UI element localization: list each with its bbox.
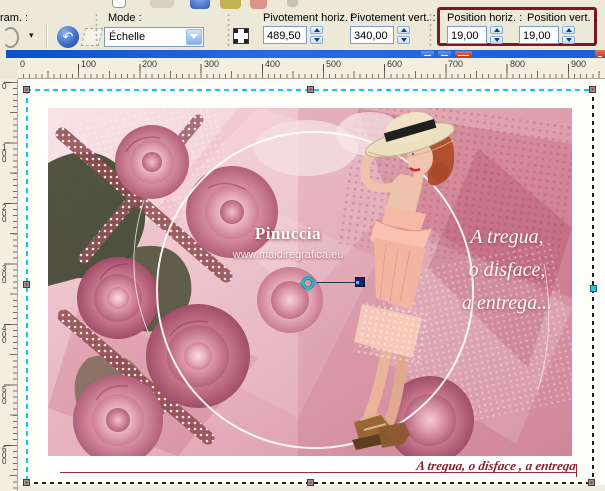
app-close-button[interactable] xyxy=(595,50,605,58)
clipped-toolbar-button-3[interactable] xyxy=(220,0,241,9)
pivot-center-icon[interactable] xyxy=(299,274,317,292)
undo-button[interactable]: ↶ xyxy=(57,26,79,48)
horizontal-ruler: 0 100 200 300 400 500 600 700 800 900 xyxy=(18,58,605,79)
stepper-up-icon[interactable] xyxy=(310,26,323,34)
combo-dropdown-button[interactable] xyxy=(186,29,202,45)
param-label: ram. : xyxy=(0,12,28,24)
pivot-horiz-stepper[interactable] xyxy=(310,26,323,44)
handle-bottom-left[interactable] xyxy=(23,479,30,486)
close-button[interactable] xyxy=(455,51,472,57)
position-horiz-input[interactable] xyxy=(447,26,487,44)
position-horiz-label: Position horiz. : xyxy=(447,12,522,24)
ruler-tick-label: 900 xyxy=(571,59,586,69)
vertical-ruler: 0 100 200 300 400 500 600 xyxy=(0,79,18,491)
clipped-toolbar-field[interactable] xyxy=(112,0,126,8)
rotation-handle[interactable] xyxy=(355,277,365,287)
tool-options-toolbar: ram. : ▾ ↶ Mode : Échelle Pivotement hor… xyxy=(0,0,605,50)
ruler-tick-label: 800 xyxy=(510,59,525,69)
maximize-button[interactable] xyxy=(438,51,451,57)
clipped-toolbar-button-4[interactable] xyxy=(250,0,267,9)
ruler-tick-label: 700 xyxy=(448,59,463,69)
stepper-up-icon[interactable] xyxy=(562,26,575,34)
ruler-tick-label: 400 xyxy=(2,326,10,344)
separator xyxy=(46,24,48,48)
position-vert-input[interactable] xyxy=(519,26,559,44)
ruler-tick-label: 100 xyxy=(81,59,96,69)
stepper-down-icon[interactable] xyxy=(397,36,410,44)
stepper-down-icon[interactable] xyxy=(562,36,575,44)
mode-selected-value: Échelle xyxy=(109,31,145,43)
minimize-button[interactable] xyxy=(421,51,434,57)
script-line: a entrega... xyxy=(436,292,572,325)
position-vert-label: Position vert. : xyxy=(527,12,597,24)
ruler-tick-label: 500 xyxy=(326,59,341,69)
mat-script-text: A tregua, o disface , a entrega xyxy=(99,458,577,474)
stepper-down-icon[interactable] xyxy=(310,36,323,44)
ruler-tick-label: 600 xyxy=(387,59,402,69)
pivot-vert-input[interactable] xyxy=(350,26,394,44)
ruler-tick-label: 200 xyxy=(2,205,10,223)
ruler-tick-label: 600 xyxy=(2,447,10,465)
pivot-horiz-label: Pivotement horiz. : xyxy=(263,12,354,24)
handle-top-right[interactable] xyxy=(589,86,596,93)
toolbar-grip xyxy=(429,13,432,47)
deform-icon[interactable] xyxy=(81,28,103,46)
ruler-tick-label: 100 xyxy=(2,145,10,163)
toolbar-grip xyxy=(227,13,230,47)
clipped-toolbar-button-1[interactable] xyxy=(150,0,174,8)
mode-select[interactable]: Échelle xyxy=(104,27,204,47)
ruler-tick-label: 0 xyxy=(2,84,10,90)
script-line: o disface, xyxy=(436,259,572,292)
ruler-tick-label: 500 xyxy=(2,387,10,405)
ruler-tick-label: 0 xyxy=(20,59,25,69)
handle-top-left[interactable] xyxy=(23,86,30,93)
handle-bottom-middle[interactable] xyxy=(307,479,314,486)
handle-middle-left[interactable] xyxy=(23,281,30,288)
script-line: A tregua, xyxy=(436,226,572,259)
pivot-vert-label: Pivotement vert. : xyxy=(350,12,436,24)
watermark-title: Pinuccia xyxy=(218,224,358,244)
clipped-toolbar-button-5[interactable] xyxy=(287,0,298,7)
preset-dropdown-arrow-icon[interactable]: ▾ xyxy=(29,30,34,41)
handle-bottom-right[interactable] xyxy=(588,479,595,486)
pivot-vert-stepper[interactable] xyxy=(397,26,410,44)
watermark-website: www.maidiregrafica.eu xyxy=(198,249,378,261)
mat-divider-line-end xyxy=(576,464,577,477)
handle-middle-right[interactable] xyxy=(590,285,597,292)
clipped-toolbar-button-2[interactable] xyxy=(190,0,210,9)
handle-top-middle[interactable] xyxy=(307,86,314,93)
script-text-block: A tregua, o disface, a entrega... xyxy=(436,226,572,325)
ruler-tick-label: 400 xyxy=(265,59,280,69)
rotation-arm-line xyxy=(315,282,356,283)
preset-icon[interactable] xyxy=(2,27,19,48)
stepper-up-icon[interactable] xyxy=(490,26,503,34)
position-vert-stepper[interactable] xyxy=(562,26,575,44)
ruler-tick-label: 300 xyxy=(2,266,10,284)
ruler-tick-label: 200 xyxy=(142,59,157,69)
toolbar-grip xyxy=(95,13,98,47)
bounding-box-icon[interactable] xyxy=(233,28,249,44)
mode-label: Mode : xyxy=(108,12,142,24)
stepper-up-icon[interactable] xyxy=(397,26,410,34)
ruler-tick-label: 300 xyxy=(204,59,219,69)
image-window-titlebar xyxy=(6,50,605,58)
position-horiz-stepper[interactable] xyxy=(490,26,503,44)
stepper-down-icon[interactable] xyxy=(490,36,503,44)
pivot-horiz-input[interactable] xyxy=(263,26,307,44)
canvas-area: Pinuccia www.maidiregrafica.eu A tregua,… xyxy=(18,79,605,491)
app-window: ram. : ▾ ↶ Mode : Échelle Pivotement hor… xyxy=(0,0,605,491)
